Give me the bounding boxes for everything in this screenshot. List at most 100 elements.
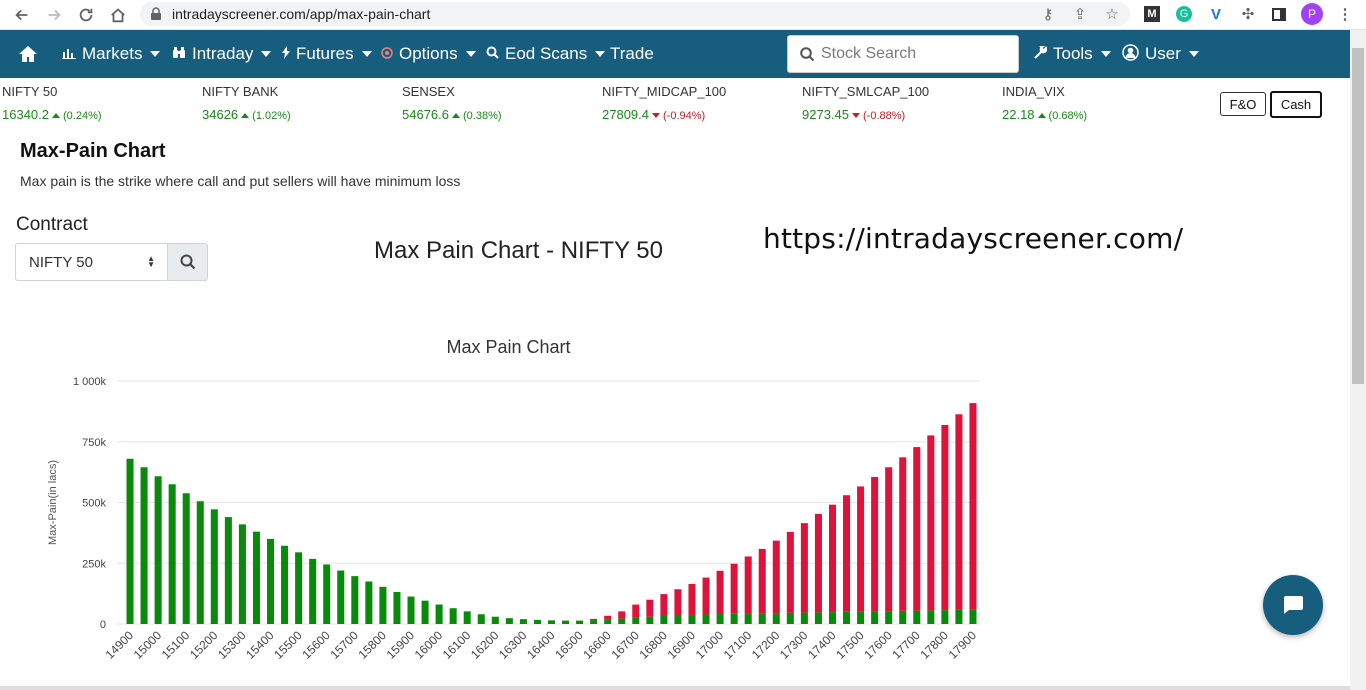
ticker-price: 9273.45 <box>802 107 849 122</box>
bar-17750-red <box>927 435 935 611</box>
x-tick-label: 15900 <box>384 628 418 662</box>
bar-16950-red <box>702 577 710 615</box>
home-icon <box>19 46 37 62</box>
nav-intraday[interactable]: Intraday <box>162 30 281 78</box>
nav-user[interactable]: User <box>1112 30 1209 78</box>
bar-17200-green <box>772 613 780 624</box>
bar-17350-red <box>814 513 822 613</box>
chat-bubble-icon <box>1283 596 1303 614</box>
bar-15600-green <box>323 564 331 624</box>
bar-16300-green <box>519 619 527 624</box>
chat-button[interactable] <box>1263 575 1323 635</box>
bar-16900-red <box>688 583 696 616</box>
contract-select-value: NIFTY 50 <box>29 253 93 271</box>
nav-futures[interactable]: Futures <box>272 30 382 78</box>
menu-dots-icon[interactable]: ⋮ <box>1334 3 1356 25</box>
profile-avatar[interactable]: P <box>1301 3 1323 25</box>
sidepanel-icon[interactable] <box>1268 3 1290 25</box>
ticker-item[interactable]: NIFTY_MIDCAP_100 27809.4 (-0.94%) <box>602 84 726 122</box>
bar-15550-green <box>309 558 317 624</box>
bar-17500-green <box>857 611 865 624</box>
nav-tools[interactable]: Tools <box>1024 30 1121 78</box>
bar-15050-green <box>168 484 176 624</box>
bar-17200-red <box>772 540 780 614</box>
bar-17450-red <box>843 495 851 612</box>
puzzle-icon[interactable]: ✣ <box>1237 3 1259 25</box>
ticker-change: (-0.88%) <box>863 110 906 122</box>
bar-16700-green <box>632 617 640 624</box>
bar-chart-icon <box>62 46 76 62</box>
share-icon[interactable]: ⇪ <box>1069 3 1091 25</box>
x-tick-label: 15000 <box>131 628 165 662</box>
x-tick-label: 16600 <box>580 628 614 662</box>
chart-heading: Max Pain Chart - NIFTY 50 <box>374 237 663 264</box>
nav-markets-label: Markets <box>82 44 143 63</box>
ticker-item[interactable]: INDIA_VIX 22.18 (0.68%) <box>1002 84 1087 122</box>
forward-icon[interactable] <box>38 0 70 30</box>
bar-17900-red <box>969 403 977 610</box>
x-tick-label: 15500 <box>271 628 305 662</box>
grammarly-extension-icon[interactable]: G <box>1173 3 1195 25</box>
bar-15850-green <box>393 591 401 624</box>
cash-segment-button[interactable]: Cash <box>1270 91 1322 118</box>
home-icon[interactable] <box>102 0 134 30</box>
arrow-down-icon <box>652 113 660 118</box>
bar-17400-red <box>828 504 836 613</box>
scrollbar-thumb[interactable] <box>1352 48 1364 384</box>
bar-17250-red <box>786 531 794 613</box>
contract-search-button[interactable] <box>167 243 208 281</box>
bar-15650-green <box>337 570 345 624</box>
x-tick-label: 17000 <box>693 628 727 662</box>
x-tick-label: 17200 <box>749 628 783 662</box>
ticker-name: SENSEX <box>402 84 455 99</box>
nav-options[interactable]: Options <box>371 30 486 78</box>
ticker-item[interactable]: NIFTY_SMLCAP_100 9273.45 (-0.88%) <box>802 84 929 122</box>
stock-search-box[interactable] <box>787 35 1019 73</box>
horizontal-scrollbar[interactable] <box>0 686 1350 690</box>
nav-trade[interactable]: Trade <box>600 30 664 78</box>
bar-15750-green <box>365 581 373 624</box>
back-icon[interactable] <box>6 0 38 30</box>
x-tick-label: 17100 <box>721 628 755 662</box>
star-icon[interactable]: ☆ <box>1101 3 1123 25</box>
reload-icon[interactable] <box>70 0 102 30</box>
home-nav-button[interactable] <box>8 30 48 78</box>
fo-segment-button[interactable]: F&O <box>1220 92 1266 116</box>
bar-17650-green <box>899 610 907 624</box>
ticker-name: NIFTY BANK <box>202 84 279 99</box>
arrow-up-icon <box>241 113 250 118</box>
gmail-extension-icon[interactable]: M <box>1141 3 1163 25</box>
x-tick-label: 15100 <box>159 628 193 662</box>
vpn-extension-icon[interactable]: V <box>1205 3 1227 25</box>
ticker-name: NIFTY_SMLCAP_100 <box>802 84 930 99</box>
bar-17000-green <box>716 614 724 624</box>
key-icon[interactable]: ⚷ <box>1037 3 1059 25</box>
url-text: intradayscreener.com/app/max-pain-chart <box>172 6 431 22</box>
contract-select[interactable]: NIFTY 50 ▲ ▼ <box>15 243 168 281</box>
x-tick-label: 16500 <box>552 628 586 662</box>
y-axis-label: Max-Pain(in lacs) <box>47 460 59 545</box>
x-tick-label: 15700 <box>327 628 361 662</box>
ticker-item[interactable]: NIFTY BANK 34626 (1.02%) <box>202 84 291 122</box>
nav-eod-scans[interactable]: Eod Scans <box>476 30 615 78</box>
x-tick-label: 17400 <box>805 628 839 662</box>
wrench-icon <box>1034 46 1048 62</box>
bar-15300-green <box>238 524 246 624</box>
ticker-item[interactable]: NIFTY 50 16340.2 (0.24%) <box>2 84 102 122</box>
bar-16100-green <box>463 611 471 624</box>
bar-17900-green <box>969 609 977 624</box>
bar-15100-green <box>182 493 190 624</box>
nav-markets[interactable]: Markets <box>52 30 170 78</box>
bar-15950-green <box>421 600 429 624</box>
bar-16750-red <box>646 599 654 617</box>
search-icon <box>486 46 499 62</box>
address-bar[interactable]: intradayscreener.com/app/max-pain-chart <box>140 2 1130 26</box>
ticker-item[interactable]: SENSEX 54676.6 (0.38%) <box>402 84 502 122</box>
bar-15700-green <box>351 576 359 624</box>
bar-17300-red <box>800 523 808 613</box>
nav-intraday-label: Intraday <box>192 44 254 63</box>
index-ticker: NIFTY 50 16340.2 (0.24%) NIFTY BANK 34626… <box>0 78 1350 128</box>
page-scrollbar[interactable] <box>1350 30 1366 690</box>
bar-17150-green <box>758 613 766 624</box>
stock-search-input[interactable] <box>821 45 1011 63</box>
